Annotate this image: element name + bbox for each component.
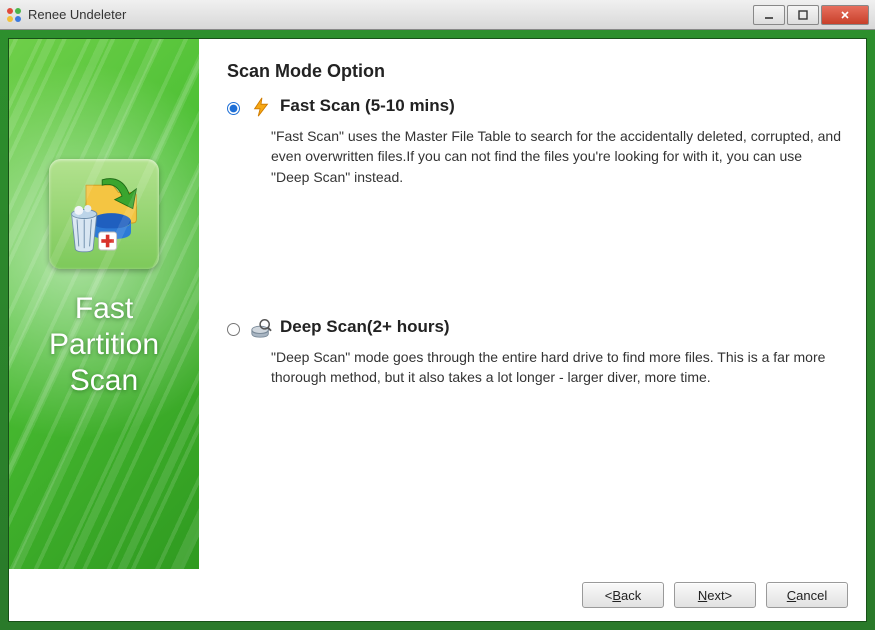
- content-area: Fast Partition Scan Scan Mode Option Fas…: [9, 39, 866, 569]
- harddrive-search-icon: [250, 317, 272, 339]
- option-deep-scan: Deep Scan(2+ hours) "Deep Scan" mode goe…: [227, 317, 844, 388]
- panel: Fast Partition Scan Scan Mode Option Fas…: [8, 38, 867, 622]
- app-icon: [6, 7, 22, 23]
- scan-graphic-icon: [49, 159, 159, 269]
- application-window: Renee Undeleter: [0, 0, 875, 630]
- radio-deep-scan[interactable]: [227, 323, 240, 336]
- next-button[interactable]: Next>: [674, 582, 756, 608]
- minimize-button[interactable]: [753, 5, 785, 25]
- option-deep-scan-label: Deep Scan(2+ hours): [280, 317, 450, 337]
- option-deep-scan-row[interactable]: Deep Scan(2+ hours): [227, 317, 844, 339]
- page-heading: Scan Mode Option: [227, 61, 844, 82]
- frame: Fast Partition Scan Scan Mode Option Fas…: [0, 30, 875, 630]
- back-button[interactable]: <Back: [582, 582, 664, 608]
- main-area: Scan Mode Option Fast Scan (5-10 mins) "…: [199, 39, 866, 569]
- maximize-button[interactable]: [787, 5, 819, 25]
- option-fast-scan: Fast Scan (5-10 mins) "Fast Scan" uses t…: [227, 96, 844, 187]
- option-fast-scan-label: Fast Scan (5-10 mins): [280, 96, 455, 116]
- option-fast-scan-desc: "Fast Scan" uses the Master File Table t…: [249, 126, 844, 187]
- lightning-icon: [250, 96, 272, 118]
- option-fast-scan-row[interactable]: Fast Scan (5-10 mins): [227, 96, 844, 118]
- window-controls: [751, 5, 869, 25]
- window-title: Renee Undeleter: [28, 7, 751, 22]
- cancel-button[interactable]: Cancel: [766, 582, 848, 608]
- close-button[interactable]: [821, 5, 869, 25]
- titlebar[interactable]: Renee Undeleter: [0, 0, 875, 30]
- sidebar-title: Fast Partition Scan: [49, 291, 159, 399]
- radio-fast-scan[interactable]: [227, 102, 240, 115]
- sidebar: Fast Partition Scan: [9, 39, 199, 569]
- wizard-footer: <Back Next> Cancel: [9, 569, 866, 621]
- option-deep-scan-desc: "Deep Scan" mode goes through the entire…: [249, 347, 844, 388]
